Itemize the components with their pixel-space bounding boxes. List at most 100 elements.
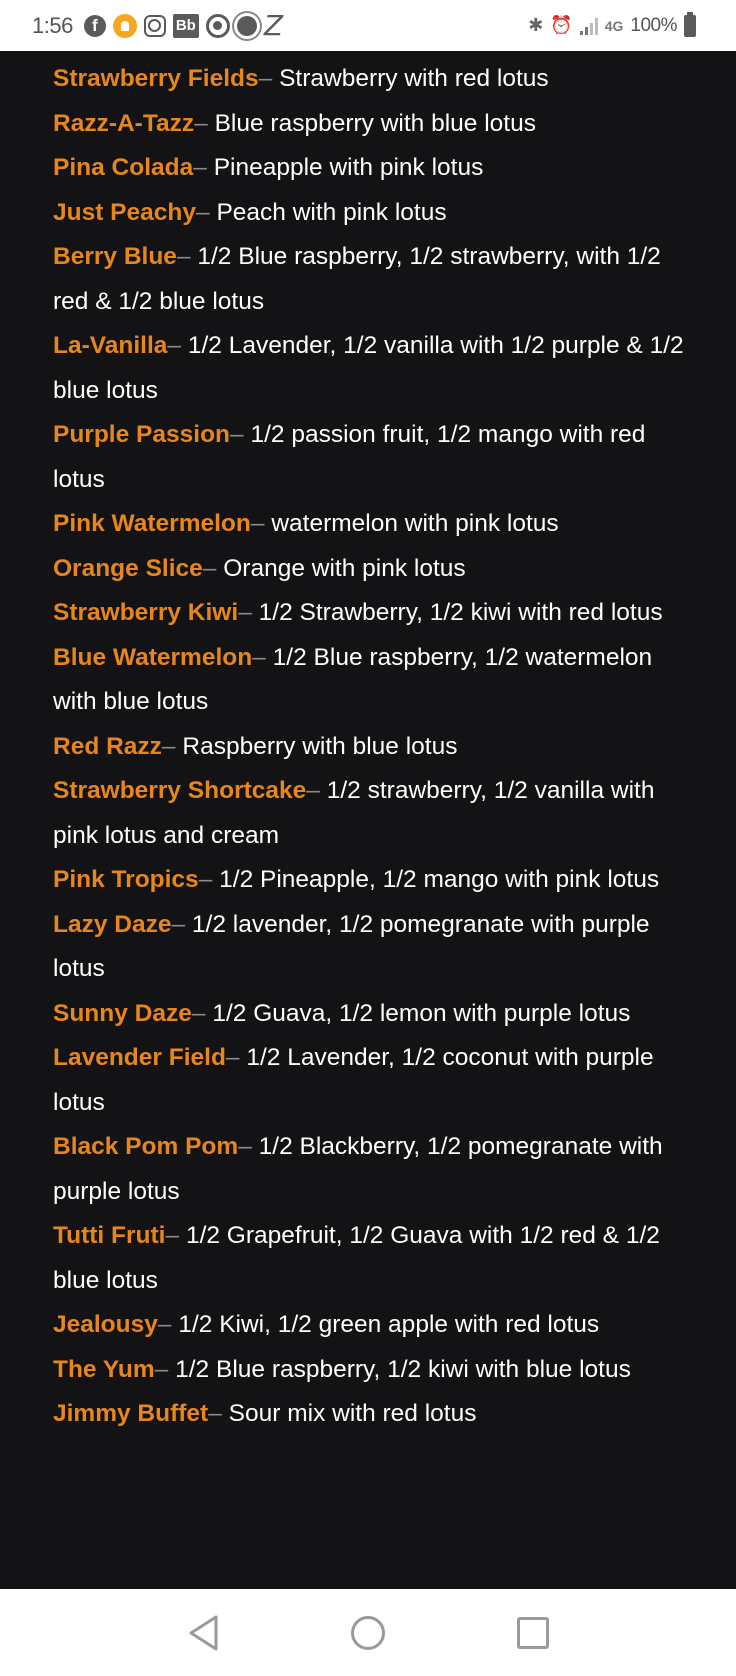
flavor-entry: La-Vanilla– 1/2 Lavender, 1/2 vanilla wi… (53, 324, 696, 413)
flavor-entry: Pink Watermelon– watermelon with pink lo… (53, 502, 696, 547)
status-left: 1:56 f Bb Z (32, 9, 283, 42)
notification-bell-icon (112, 13, 137, 38)
flavor-entry: Strawberry Shortcake– 1/2 strawberry, 1/… (53, 769, 696, 858)
home-button[interactable] (344, 1609, 392, 1657)
flavor-name: Razz-A-Tazz (53, 109, 195, 137)
flavor-entry: Red Razz– Raspberry with blue lotus (53, 725, 696, 770)
flavor-name: Berry Blue (53, 243, 177, 270)
flavor-name: Orange Slice (53, 554, 203, 582)
flavor-description: Pineapple with pink lotus (213, 154, 484, 181)
flavor-name: Lavender Field (53, 1044, 226, 1071)
flavor-entry: Orange Slice– Orange with pink lotus (53, 547, 696, 592)
signal-icon (579, 17, 598, 35)
separator-dash: – (171, 910, 186, 938)
facebook-icon: f (83, 14, 106, 37)
recent-apps-icon (517, 1616, 550, 1649)
flavor-entry: The Yum– 1/2 Blue raspberry, 1/2 kiwi wi… (53, 1348, 696, 1393)
separator-dash: – (165, 1222, 180, 1249)
flavor-name: Pink Watermelon (53, 510, 251, 537)
flavor-entry: Jealousy– 1/2 Kiwi, 1/2 green apple with… (53, 1303, 696, 1348)
flavor-entry: Strawberry Fields– Strawberry with red l… (53, 57, 696, 102)
separator-dash: – (230, 421, 244, 448)
separator-dash: – (238, 1133, 252, 1160)
flavor-name: Pina Colada (53, 154, 194, 181)
separator-dash: – (198, 866, 213, 893)
flavor-name: The Yum (53, 1355, 155, 1383)
target-icon (205, 13, 230, 38)
flavor-description: 1/2 Blue raspberry, 1/2 kiwi with blue l… (175, 1355, 631, 1383)
flavor-name: Blue Watermelon (53, 643, 253, 671)
status-bar: 1:56 f Bb Z ✱ ⏰ 4G 100% (0, 0, 736, 51)
separator-dash: – (306, 777, 320, 804)
flavor-entry: Pina Colada– Pineapple with pink lotus (53, 146, 696, 191)
flavor-name: Tutti Fruti (53, 1222, 166, 1249)
flavor-entry: Strawberry Kiwi– 1/2 Strawberry, 1/2 kiw… (53, 591, 696, 636)
flavor-entry: Blue Watermelon– 1/2 Blue raspberry, 1/2… (53, 636, 696, 725)
navigation-bar (0, 1589, 736, 1676)
flavor-entry: Sunny Daze– 1/2 Guava, 1/2 lemon with pu… (53, 992, 696, 1037)
separator-dash: – (176, 243, 191, 270)
blackboard-icon: Bb (172, 13, 199, 38)
flavor-list: Strawberry Fields– Strawberry with red l… (0, 51, 736, 1589)
flavor-entry: Purple Passion– 1/2 passion fruit, 1/2 m… (53, 413, 696, 502)
flavor-description: 1/2 Pineapple, 1/2 mango with pink lotus (219, 866, 660, 893)
flavor-name: Lazy Daze (53, 910, 172, 938)
separator-dash: – (161, 732, 176, 760)
flavor-entry: Lavender Field– 1/2 Lavender, 1/2 coconu… (53, 1036, 696, 1125)
separator-dash: – (167, 332, 182, 359)
flavor-entry: Razz-A-Tazz– Blue raspberry with blue lo… (53, 102, 696, 147)
flavor-name: Red Razz (53, 732, 162, 760)
alarm-icon: ⏰ (550, 15, 573, 35)
back-button[interactable] (179, 1609, 227, 1657)
separator-dash: – (238, 599, 252, 626)
flavor-description: Orange with pink lotus (223, 554, 466, 582)
separator-dash: – (154, 1355, 169, 1383)
separator-dash: – (208, 1400, 222, 1427)
flavor-description: Sour mix with red lotus (228, 1400, 477, 1427)
flavor-description: watermelon with pink lotus (271, 510, 559, 537)
status-right: ✱ ⏰ 4G 100% (528, 11, 696, 37)
bluetooth-icon: ✱ (528, 15, 544, 35)
separator-dash: – (194, 109, 208, 137)
flavor-name: Jimmy Buffet (53, 1400, 209, 1427)
separator-dash: – (196, 198, 210, 226)
separator-dash: – (250, 510, 265, 537)
flavor-description: 1/2 Guava, 1/2 lemon with purple lotus (212, 999, 631, 1027)
battery-icon (684, 11, 696, 37)
separator-dash: – (202, 554, 217, 582)
4g-lte-icon: 4G (604, 17, 624, 34)
z-app-icon: Z (263, 9, 284, 42)
flavor-entry: Black Pom Pom– 1/2 Blackberry, 1/2 pomeg… (53, 1125, 696, 1214)
flavor-name: Strawberry Kiwi (53, 599, 239, 626)
flavor-description: Raspberry with blue lotus (182, 732, 458, 760)
flavor-description: Blue raspberry with blue lotus (214, 109, 536, 137)
flavor-entry: Berry Blue– 1/2 Blue raspberry, 1/2 stra… (53, 235, 696, 324)
flavor-name: Jealousy (53, 1311, 158, 1338)
flavor-name: Black Pom Pom (53, 1133, 239, 1160)
recent-apps-button[interactable] (509, 1609, 557, 1657)
separator-dash: – (157, 1311, 172, 1338)
back-icon (189, 1615, 218, 1650)
sun-icon (236, 15, 257, 36)
separator-dash: – (193, 154, 207, 181)
flavor-name: La-Vanilla (53, 332, 168, 359)
status-time: 1:56 (32, 12, 73, 38)
flavor-name: Strawberry Fields (53, 65, 259, 92)
flavor-description: 1/2 Strawberry, 1/2 kiwi with red lotus (258, 599, 663, 626)
flavor-entry: Jimmy Buffet– Sour mix with red lotus (53, 1392, 696, 1437)
flavor-name: Pink Tropics (53, 866, 199, 893)
home-icon (350, 1615, 385, 1650)
flavor-description: Strawberry with red lotus (279, 65, 549, 92)
flavor-entry: Pink Tropics– 1/2 Pineapple, 1/2 mango w… (53, 858, 696, 903)
separator-dash: – (258, 65, 273, 92)
battery-percent: 100% (630, 14, 677, 36)
flavor-description: 1/2 Kiwi, 1/2 green apple with red lotus (178, 1311, 600, 1338)
flavor-description: Peach with pink lotus (216, 198, 447, 226)
flavor-name: Strawberry Shortcake (53, 777, 307, 804)
separator-dash: – (252, 643, 266, 671)
flavor-name: Sunny Daze (53, 999, 192, 1027)
separator-dash: – (191, 999, 206, 1027)
flavor-entry: Tutti Fruti– 1/2 Grapefruit, 1/2 Guava w… (53, 1214, 696, 1303)
separator-dash: – (225, 1044, 240, 1071)
flavor-name: Purple Passion (53, 421, 231, 448)
